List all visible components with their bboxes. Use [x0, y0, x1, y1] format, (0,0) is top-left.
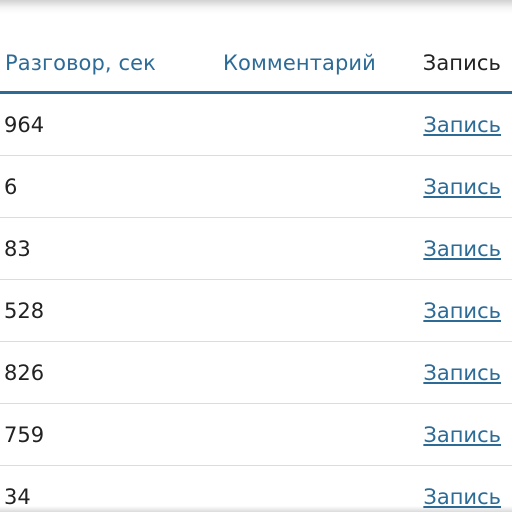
record-cell: Запись — [413, 155, 512, 218]
talk-duration-cell: 826 — [0, 341, 218, 404]
table-row: 83 Запись — [0, 217, 512, 280]
record-link[interactable]: Запись — [423, 175, 501, 199]
record-link[interactable]: Запись — [423, 299, 501, 323]
table-row: 964 Запись — [0, 92, 512, 156]
comment-cell — [218, 341, 413, 404]
record-link[interactable]: Запись — [423, 113, 501, 137]
column-header-comment[interactable]: Комментарий — [218, 35, 413, 94]
table-row: 528 Запись — [0, 279, 512, 342]
column-header-talk-duration[interactable]: Разговор, сек — [0, 35, 218, 94]
table-row: 6 Запись — [0, 155, 512, 218]
header-row: Разговор, сек Комментарий Запись — [0, 35, 512, 94]
table-row: 759 Запись — [0, 403, 512, 466]
comment-cell — [218, 279, 413, 342]
talk-duration-cell: 83 — [0, 217, 218, 280]
top-shadow — [0, 0, 512, 14]
table-row: 826 Запись — [0, 341, 512, 404]
record-cell: Запись — [413, 279, 512, 342]
bottom-shadow — [0, 506, 512, 512]
record-link[interactable]: Запись — [423, 423, 501, 447]
talk-duration-cell: 528 — [0, 279, 218, 342]
talk-duration-cell: 964 — [0, 92, 218, 156]
comment-cell — [218, 92, 413, 156]
record-cell: Запись — [413, 92, 512, 156]
comment-cell — [218, 217, 413, 280]
record-link[interactable]: Запись — [423, 361, 501, 385]
table-body: 964 Запись 6 Запись 83 Запись 528 Запись… — [0, 92, 512, 512]
calls-table: Разговор, сек Комментарий Запись 964 Зап… — [0, 35, 512, 512]
record-cell: Запись — [413, 403, 512, 466]
record-cell: Запись — [413, 341, 512, 404]
record-cell: Запись — [413, 217, 512, 280]
column-header-record: Запись — [413, 35, 512, 94]
talk-duration-cell: 759 — [0, 403, 218, 466]
record-link[interactable]: Запись — [423, 485, 501, 509]
comment-cell — [218, 403, 413, 466]
record-link[interactable]: Запись — [423, 237, 501, 261]
calls-table-view: Разговор, сек Комментарий Запись 964 Зап… — [0, 0, 512, 512]
table-header: Разговор, сек Комментарий Запись — [0, 35, 512, 94]
comment-cell — [218, 155, 413, 218]
talk-duration-cell: 6 — [0, 155, 218, 218]
